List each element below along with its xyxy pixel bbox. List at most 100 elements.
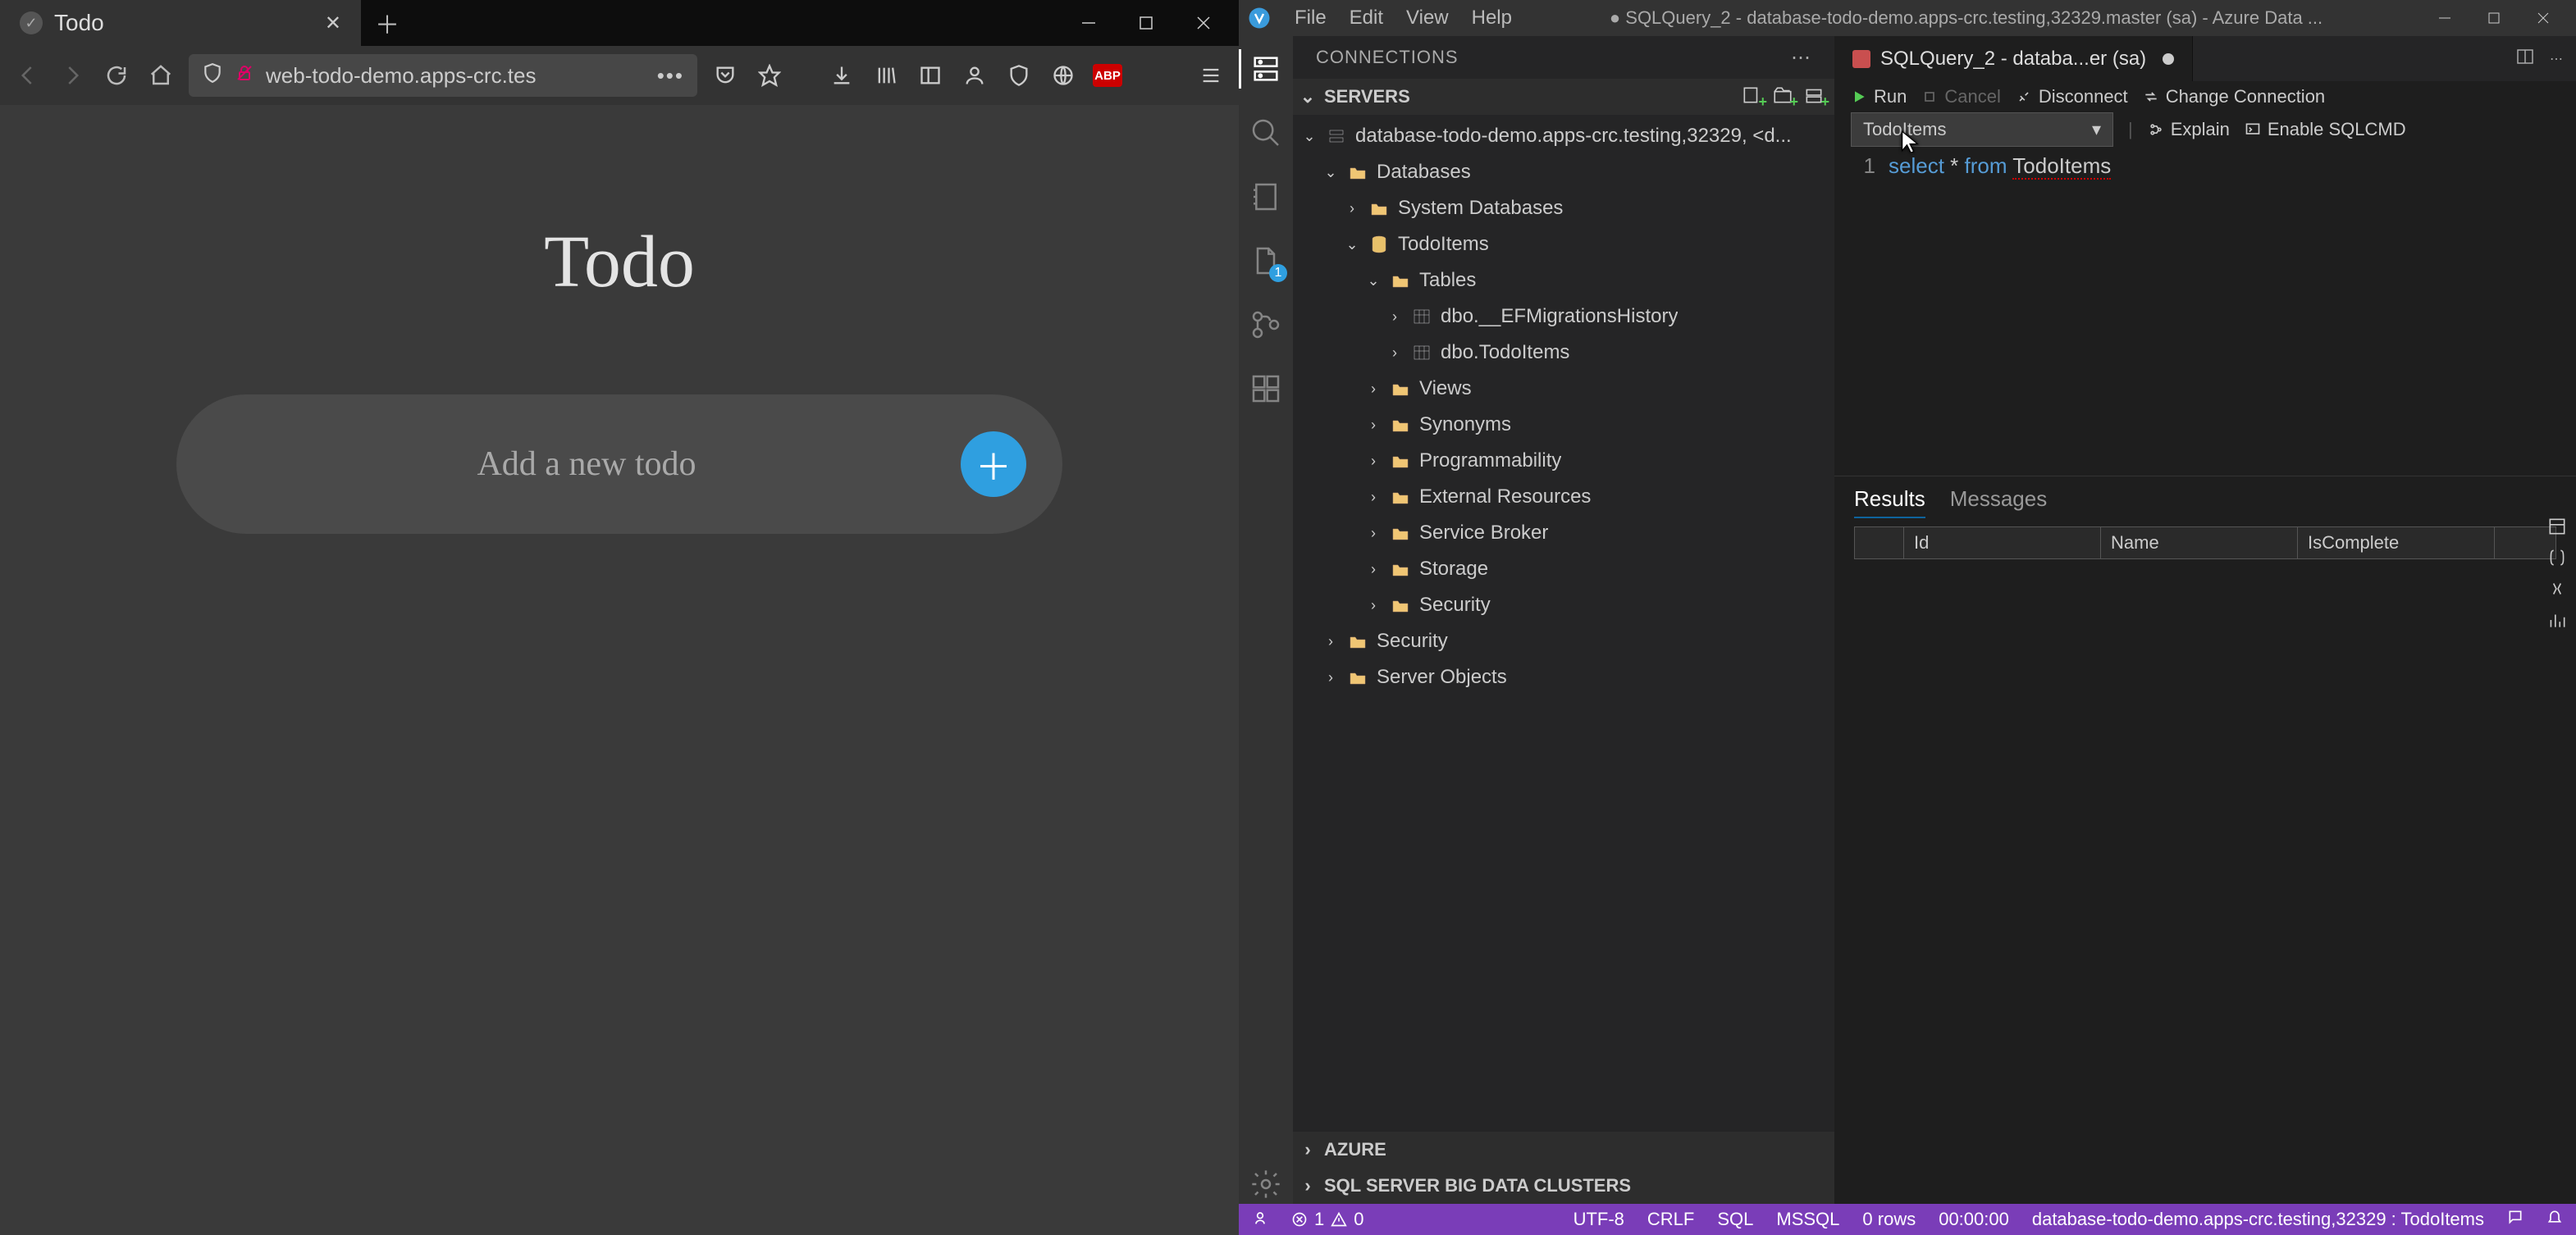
azure-data-studio-window: File Edit View Help ● SQLQuery_2 - datab… — [1239, 0, 2576, 1235]
status-encoding[interactable]: UTF-8 — [1573, 1209, 1624, 1230]
status-rows[interactable]: 0 rows — [1862, 1209, 1916, 1230]
save-csv-icon[interactable] — [2546, 516, 2571, 540]
activity-settings-icon[interactable] — [1246, 1164, 1286, 1204]
downloads-icon[interactable] — [825, 59, 858, 92]
status-provider[interactable]: MSSQL — [1776, 1209, 1839, 1230]
tree-external-resources[interactable]: ›External Resources — [1293, 479, 1834, 515]
status-connection[interactable]: database-todo-demo.apps-crc.testing,3232… — [2032, 1209, 2484, 1230]
activity-connections-icon[interactable] — [1246, 49, 1286, 89]
col-iscomplete[interactable]: IsComplete — [2298, 527, 2495, 558]
tree-db-security[interactable]: ›Security — [1293, 587, 1834, 623]
col-name[interactable]: Name — [2101, 527, 2298, 558]
azure-section-header[interactable]: ›AZURE — [1293, 1132, 1834, 1168]
tree-server-objects[interactable]: ›Server Objects — [1293, 659, 1834, 695]
insecure-lock-icon[interactable] — [235, 63, 254, 89]
pocket-icon[interactable] — [709, 59, 742, 92]
ads-maximize-button[interactable] — [2469, 0, 2519, 36]
change-connection-button[interactable]: Change Connection — [2143, 86, 2325, 107]
results-grid[interactable]: Id Name IsComplete — [1854, 526, 2556, 559]
tree-databases[interactable]: ⌄Databases — [1293, 154, 1834, 190]
address-bar[interactable]: web-todo-demo.apps-crc.tes ••• — [189, 54, 697, 97]
tree-table-ef[interactable]: ›dbo.__EFMigrationsHistory — [1293, 298, 1834, 335]
menu-help[interactable]: Help — [1472, 7, 1512, 30]
activity-source-control-icon[interactable] — [1246, 305, 1286, 344]
chart-icon[interactable] — [2546, 609, 2571, 634]
activity-extensions-icon[interactable] — [1246, 369, 1286, 408]
browser-tab[interactable]: ✓ Todo ✕ — [0, 0, 361, 46]
library-icon[interactable] — [870, 59, 902, 92]
run-button[interactable]: Run — [1851, 86, 1907, 107]
window-minimize-button[interactable] — [1060, 0, 1117, 46]
tree-server[interactable]: ⌄database-todo-demo.apps-crc.testing,323… — [1293, 118, 1834, 154]
add-todo-button[interactable]: ＋ — [961, 431, 1026, 497]
abp-extension-icon[interactable]: ABP — [1091, 59, 1124, 92]
messages-tab[interactable]: Messages — [1950, 481, 2048, 518]
ads-minimize-button[interactable] — [2420, 0, 2469, 36]
editor-more-icon[interactable]: ⋯ — [2550, 51, 2563, 67]
editor-group: SQLQuery_2 - databa...er (sa) ⋯ Run Canc… — [1834, 36, 2576, 1204]
shield-icon[interactable] — [202, 62, 223, 89]
tree-table-todoitems[interactable]: ›dbo.TodoItems — [1293, 335, 1834, 371]
extension-shield-icon[interactable] — [1003, 59, 1035, 92]
reload-button[interactable] — [100, 59, 133, 92]
add-todo-input[interactable] — [212, 444, 961, 484]
new-connection-icon[interactable]: + — [1741, 84, 1765, 109]
tree-views[interactable]: ›Views — [1293, 371, 1834, 407]
activity-search-icon[interactable] — [1246, 113, 1286, 153]
tree-programmability[interactable]: ›Programmability — [1293, 443, 1834, 479]
menu-file[interactable]: File — [1295, 7, 1327, 30]
new-query-icon[interactable]: + — [1803, 84, 1828, 109]
window-maximize-button[interactable] — [1117, 0, 1175, 46]
account-icon[interactable] — [958, 59, 991, 92]
tree-synonyms[interactable]: ›Synonyms — [1293, 407, 1834, 443]
explain-button[interactable]: Explain — [2148, 119, 2230, 140]
split-editor-icon[interactable] — [2515, 47, 2535, 71]
ads-close-button[interactable] — [2519, 0, 2568, 36]
editor-tab[interactable]: SQLQuery_2 - databa...er (sa) — [1834, 36, 2193, 81]
status-language[interactable]: SQL — [1717, 1209, 1753, 1230]
tree-system-databases[interactable]: ›System Databases — [1293, 190, 1834, 226]
col-id[interactable]: Id — [1904, 527, 2101, 558]
url-actions-icon[interactable]: ••• — [657, 63, 684, 89]
hamburger-menu-icon[interactable] — [1194, 59, 1227, 92]
menu-view[interactable]: View — [1406, 7, 1449, 30]
status-eol[interactable]: CRLF — [1647, 1209, 1694, 1230]
tree-storage[interactable]: ›Storage — [1293, 551, 1834, 587]
activity-explorer-icon[interactable]: 1 — [1246, 241, 1286, 280]
remote-indicator[interactable] — [1252, 1209, 1268, 1230]
disconnect-button[interactable]: Disconnect — [2016, 86, 2128, 107]
code-editor[interactable]: 1 select * from TodoItems Results Messag… — [1834, 152, 2576, 1204]
tree-tables[interactable]: ⌄Tables — [1293, 262, 1834, 298]
status-problems[interactable]: 1 0 — [1291, 1209, 1364, 1230]
menu-edit[interactable]: Edit — [1350, 7, 1383, 30]
status-time[interactable]: 00:00:00 — [1939, 1209, 2009, 1230]
bdc-section-header[interactable]: ›SQL SERVER BIG DATA CLUSTERS — [1293, 1168, 1834, 1204]
col-rownum[interactable] — [1855, 527, 1904, 558]
dirty-indicator-icon — [2163, 53, 2174, 65]
window-close-button[interactable] — [1175, 0, 1232, 46]
bookmark-star-icon[interactable] — [753, 59, 786, 92]
back-button[interactable] — [11, 59, 44, 92]
status-feedback-icon[interactable] — [2507, 1209, 2523, 1230]
enable-sqlcmd-button[interactable]: Enable SQLCMD — [2245, 119, 2406, 140]
servers-section-header[interactable]: ⌄ SERVERS + + + — [1293, 79, 1834, 115]
extension-globe-icon[interactable] — [1047, 59, 1080, 92]
results-tab[interactable]: Results — [1854, 481, 1925, 518]
tree-security[interactable]: ›Security — [1293, 623, 1834, 659]
servers-label: SERVERS — [1324, 86, 1410, 107]
new-tab-button[interactable]: ＋ — [372, 8, 402, 38]
tree-service-broker[interactable]: ›Service Broker — [1293, 515, 1834, 551]
sidebar-icon[interactable] — [914, 59, 947, 92]
sidebar-more-icon[interactable]: ⋯ — [1791, 46, 1811, 70]
save-excel-icon[interactable] — [2546, 578, 2571, 603]
status-bell-icon[interactable] — [2546, 1209, 2563, 1230]
tab-close-icon[interactable]: ✕ — [325, 11, 341, 35]
tree-todoitems-db[interactable]: ⌄TodoItems — [1293, 226, 1834, 262]
save-json-icon[interactable] — [2546, 547, 2571, 572]
database-selector[interactable]: TodoItems▾ — [1851, 112, 2113, 147]
new-group-icon[interactable]: + — [1772, 84, 1797, 109]
forward-button[interactable] — [56, 59, 89, 92]
cancel-button[interactable]: Cancel — [1921, 86, 2000, 107]
home-button[interactable] — [144, 59, 177, 92]
activity-notebooks-icon[interactable] — [1246, 177, 1286, 216]
